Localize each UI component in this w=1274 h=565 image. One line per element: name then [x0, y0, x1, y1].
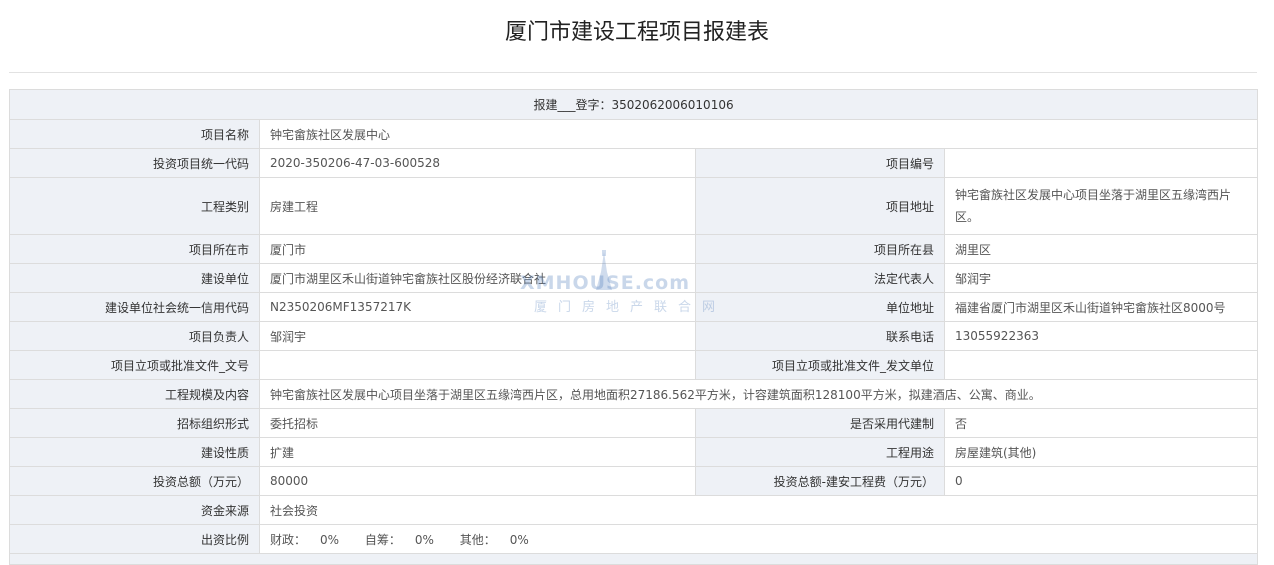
funding-source-value: 社会投资: [258, 495, 1259, 525]
title-divider: [9, 72, 1257, 73]
registration-number: 报建___登字：3502062006010106: [8, 89, 1259, 120]
table-row: 项目名称 钟宅畲族社区发展中心: [9, 119, 1259, 149]
field-label: 项目所在市: [9, 234, 260, 264]
project-category-value: 房建工程: [259, 177, 696, 235]
ratio-value: 0%: [414, 532, 434, 547]
table-footer-row: [8, 553, 1259, 565]
field-label: 项目立项或批准文件_文号: [9, 350, 260, 380]
table-row: 项目立项或批准文件_文号 项目立项或批准文件_发文单位: [9, 350, 1259, 380]
registration-header-row: 报建___登字：3502062006010106: [8, 89, 1259, 120]
page-title: 厦门市建设工程项目报建表: [504, 20, 769, 45]
project-name-value: 钟宅畲族社区发展中心: [258, 119, 1259, 149]
ratio-key: 财政：: [270, 532, 307, 547]
field-label: 招标组织形式: [9, 408, 260, 438]
field-label: 联系电话: [695, 321, 945, 351]
table-footer: [8, 553, 1259, 565]
project-city-value: 厦门市: [259, 234, 696, 264]
table-row: 建设单位社会统一信用代码 N2350206MF1357217K 单位地址 福建省…: [9, 292, 1259, 322]
field-label: 工程用途: [695, 437, 945, 467]
agent-construction-value: 否: [943, 408, 1259, 438]
table-row: 建设单位 厦门市湖里区禾山街道钟宅畲族社区股份经济联合社 法定代表人 邹润宇: [9, 263, 1259, 293]
funding-ratio-value: 财政： 0% 自筹： 0% 其他： 0%: [258, 524, 1259, 554]
ratio-self-raised: 自筹： 0%: [365, 533, 434, 547]
contact-phone-value: 13055922363: [943, 321, 1259, 351]
field-label: 投资总额-建安工程费（万元）: [695, 466, 945, 496]
field-label: 法定代表人: [695, 263, 945, 293]
table-row: 建设性质 扩建 工程用途 房屋建筑(其他): [9, 437, 1259, 467]
project-use-value: 房屋建筑(其他): [943, 437, 1259, 467]
project-address-value: 钟宅畲族社区发展中心项目坐落于湖里区五缘湾西片区。: [955, 188, 1232, 224]
field-label: 项目立项或批准文件_发文单位: [695, 350, 945, 380]
total-investment-value: 80000: [259, 466, 696, 496]
field-label: 项目地址: [695, 177, 945, 235]
project-number-value: [943, 148, 1259, 178]
ratio-value: 0%: [320, 532, 340, 547]
tender-form-value: 委托招标: [259, 408, 696, 438]
table-row: 出资比例 财政： 0% 自筹： 0% 其他： 0%: [9, 524, 1259, 554]
field-label: 工程规模及内容: [9, 379, 260, 409]
ratio-key: 其他：: [459, 532, 496, 547]
table-row: 投资项目统一代码 2020-350206-47-03-600528 项目编号: [9, 148, 1259, 178]
field-label: 投资项目统一代码: [9, 148, 260, 178]
table-row: 投资总额（万元） 80000 投资总额-建安工程费（万元） 0: [9, 466, 1259, 496]
unit-address-value: 福建省厦门市湖里区禾山街道钟宅畲族社区8000号: [943, 292, 1259, 322]
construction-nature-value: 扩建: [259, 437, 696, 467]
credit-code-value: N2350206MF1357217K: [259, 292, 696, 322]
table-row: 项目所在市 厦门市 项目所在县 湖里区: [9, 234, 1259, 264]
ratio-key: 自筹：: [364, 532, 401, 547]
installation-cost-value: 0: [943, 466, 1259, 496]
table-row: 项目负责人 邹润宇 联系电话 13055922363: [9, 321, 1259, 351]
project-leader-value: 邹润宇: [259, 321, 696, 351]
field-label: 出资比例: [9, 524, 260, 554]
ratio-value: 0%: [509, 532, 529, 547]
project-scale-value: 钟宅畲族社区发展中心项目坐落于湖里区五缘湾西片区，总用地面积27186.562平…: [258, 379, 1259, 409]
field-label: 是否采用代建制: [695, 408, 945, 438]
field-label: 项目负责人: [9, 321, 260, 351]
table-row: 招标组织形式 委托招标 是否采用代建制 否: [9, 408, 1259, 438]
table-row: 工程规模及内容 钟宅畲族社区发展中心项目坐落于湖里区五缘湾西片区，总用地面积27…: [9, 379, 1259, 409]
field-label: 项目名称: [9, 119, 260, 149]
field-label: 项目编号: [695, 148, 945, 178]
field-label: 项目所在县: [695, 234, 945, 264]
construction-unit-value: 厦门市湖里区禾山街道钟宅畲族社区股份经济联合社: [259, 263, 696, 293]
field-label: 资金来源: [9, 495, 260, 525]
legal-representative-value: 邹润宇: [943, 263, 1259, 293]
approval-issuer-value: [943, 350, 1259, 380]
field-label: 建设单位: [9, 263, 260, 293]
field-label: 投资总额（万元）: [9, 466, 260, 496]
field-label: 工程类别: [9, 177, 260, 235]
ratio-other: 其他： 0%: [460, 533, 529, 547]
investment-code-value: 2020-350206-47-03-600528: [259, 148, 696, 178]
table-row: 资金来源 社会投资: [9, 495, 1259, 525]
approval-doc-number-value: [259, 350, 696, 380]
table-row: 工程类别 房建工程 项目地址 钟宅畲族社区发展中心项目坐落于湖里区五缘湾西片区。: [9, 177, 1259, 235]
ratio-fiscal: 财政： 0%: [270, 533, 339, 547]
project-county-value: 湖里区: [943, 234, 1259, 264]
field-label: 建设性质: [9, 437, 260, 467]
field-label: 建设单位社会统一信用代码: [9, 292, 260, 322]
project-registration-table: 报建___登字：3502062006010106 项目名称 钟宅畲族社区发展中心…: [8, 89, 1259, 565]
field-label: 单位地址: [695, 292, 945, 322]
